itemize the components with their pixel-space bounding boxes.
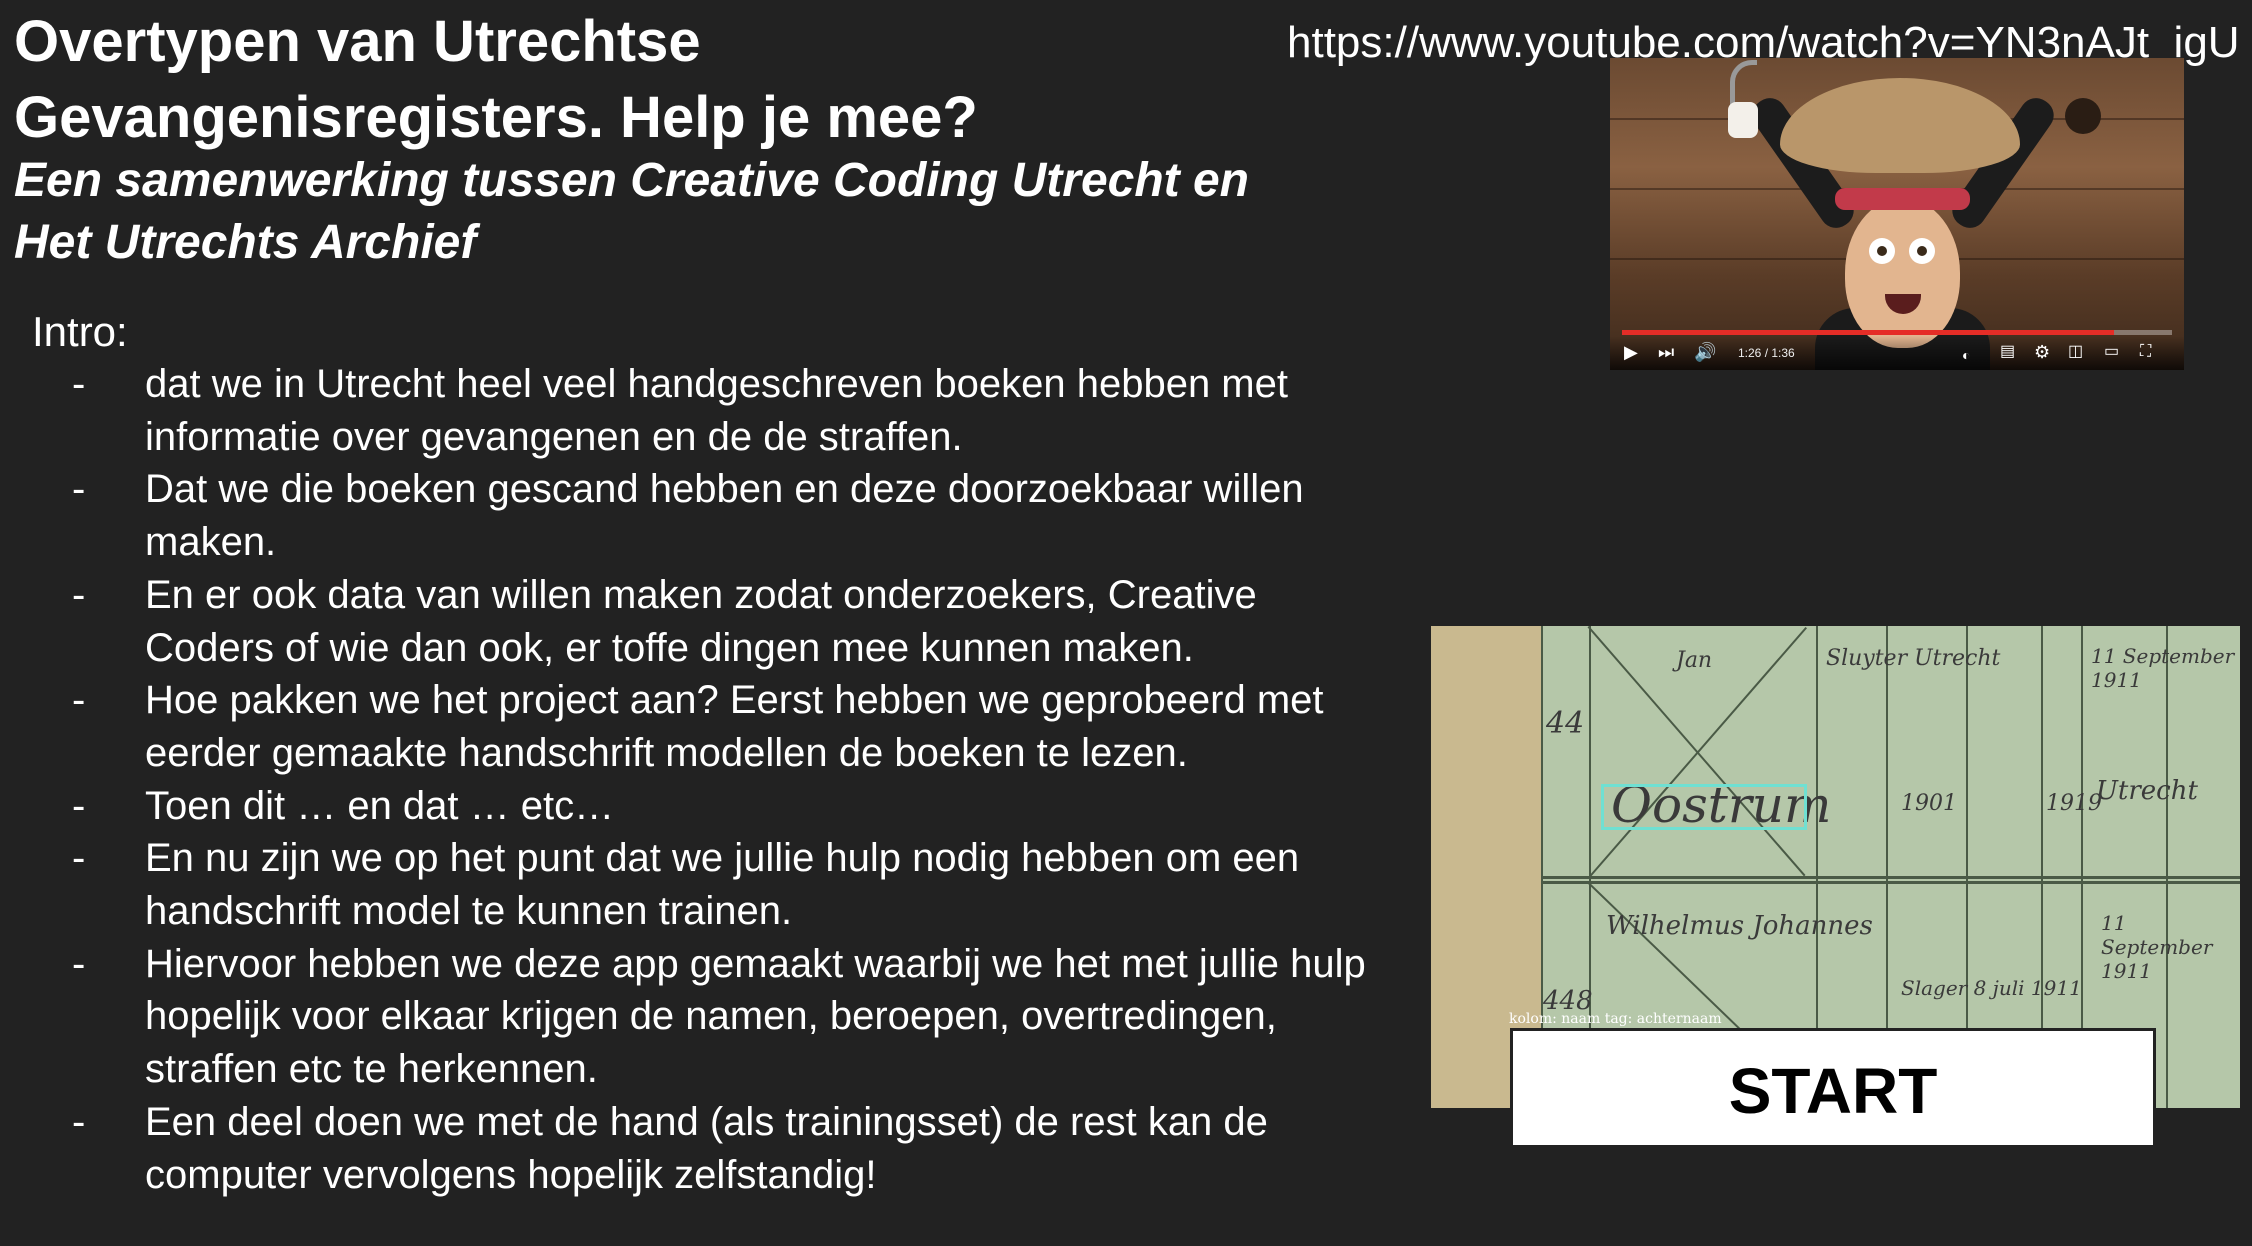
- bullet-dash: -: [72, 1099, 86, 1144]
- intro-bullet-item: - Een deel doen we met de hand (als train…: [0, 1096, 1440, 1201]
- page-subtitle: Een samenwerking tussen Creative Coding …: [14, 154, 1249, 269]
- word-highlight-box: [1601, 784, 1807, 830]
- page-title: Overtypen van Utrechtse Gevangenisregist…: [14, 9, 978, 150]
- intro-bullet-item: - dat we in Utrecht heel veel handgeschre…: [0, 358, 1440, 463]
- bullet-line: maken.: [145, 520, 277, 565]
- fullscreen-icon[interactable]: ⛶: [2140, 342, 2151, 362]
- play-icon[interactable]: ▶: [1624, 342, 1638, 362]
- pirate-hat: [1780, 78, 2020, 173]
- intro-bullet-item: - Toen dit … en dat … etc…: [0, 780, 1440, 833]
- intro-label: Intro:: [32, 308, 128, 355]
- bullet-line: Hoe pakken we het project aan? Eerst heb…: [145, 678, 1324, 723]
- intro-bullet-item: - Hoe pakken we het project aan? Eerst he…: [0, 674, 1440, 779]
- bullet-line: Toen dit … en dat … etc…: [145, 783, 615, 828]
- start-button[interactable]: START: [1510, 1028, 2156, 1148]
- bullet-dash: -: [72, 836, 86, 881]
- column-tag-label: kolom: naam tag: achternaam: [1509, 1011, 1722, 1027]
- bullet-dash: -: [72, 572, 86, 617]
- bullet-line: Dat we die boeken gescand hebben en deze…: [145, 467, 1304, 512]
- bullet-line: informatie over gevangenen en de de stra…: [145, 414, 963, 459]
- bullet-line: eerder gemaakte handschrift modellen de …: [145, 730, 1188, 775]
- bullet-line: dat we in Utrecht heel veel handgeschrev…: [145, 362, 1288, 406]
- bullet-line: computer vervolgens hopelijk zelfstandig…: [145, 1152, 877, 1197]
- bullet-dash: -: [72, 467, 86, 512]
- bullet-dash: -: [72, 678, 86, 723]
- bullet-line: hopelijk voor elkaar krijgen de namen, b…: [145, 994, 1277, 1039]
- intro-bullet-item: - Dat we die boeken gescand hebben en dez…: [0, 463, 1440, 568]
- bullet-line: En nu zijn we op het punt dat we jullie …: [145, 836, 1300, 881]
- bullet-line: Coders of wie dan ook, er toffe dingen m…: [145, 625, 1194, 670]
- video-controls: ▶ ⏭ 🔊 1:26 / 1:36 ◐ ▤ ⚙ ◫ ▭ ⛶: [1610, 330, 2184, 370]
- video-progress-fill: [1622, 330, 2115, 335]
- bullet-line: handschrift model te kunnen trainen.: [145, 889, 793, 934]
- intro-bullet-item: - En nu zijn we op het punt dat we jullie…: [0, 832, 1440, 937]
- bullet-line: straffen etc te herkennen.: [145, 1047, 598, 1092]
- next-icon[interactable]: ⏭: [1658, 342, 1674, 362]
- video-player[interactable]: ▶ ⏭ 🔊 1:26 / 1:36 ◐ ▤ ⚙ ◫ ▭ ⛶: [1610, 58, 2184, 370]
- bullet-line: En er ook data van willen maken zodat on…: [145, 572, 1257, 617]
- bullet-line: Hiervoor hebben we deze app gemaakt waar…: [145, 941, 1366, 986]
- bullet-line: Een deel doen we met de hand (als traini…: [145, 1099, 1268, 1144]
- video-progress-bar[interactable]: [1622, 330, 2172, 335]
- intro-bullet-item: - Hiervoor hebben we deze app gemaakt waa…: [0, 938, 1440, 1096]
- bullet-dash: -: [72, 362, 86, 406]
- miniplayer-icon[interactable]: ◫: [2068, 342, 2083, 362]
- intro-bullet-list: - dat we in Utrecht heel veel handgeschre…: [0, 358, 1440, 1201]
- settings-gear-icon[interactable]: ⚙: [2034, 342, 2050, 362]
- volume-icon[interactable]: 🔊: [1694, 342, 1716, 362]
- subtitles-icon[interactable]: ▤: [2000, 342, 2015, 362]
- video-time: 1:26 / 1:36: [1738, 346, 1795, 360]
- bullet-dash: -: [72, 941, 86, 986]
- pirate-hook: [1730, 60, 1757, 105]
- bullet-dash: -: [72, 783, 86, 828]
- intro-bullet-item: - En er ook data van willen maken zodat o…: [0, 569, 1440, 674]
- autoplay-toggle-icon[interactable]: ◐: [1962, 345, 1970, 365]
- pirate-face: [1845, 198, 1960, 348]
- theater-mode-icon[interactable]: ▭: [2104, 342, 2119, 362]
